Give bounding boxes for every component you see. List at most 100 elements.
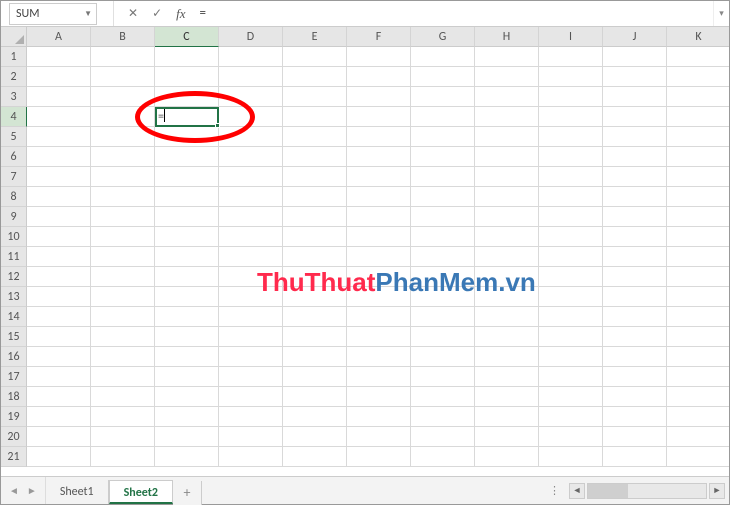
cell[interactable] xyxy=(283,87,347,107)
cell[interactable] xyxy=(475,267,539,287)
cell[interactable] xyxy=(283,287,347,307)
cell[interactable] xyxy=(603,187,667,207)
cell[interactable] xyxy=(411,187,475,207)
cell[interactable] xyxy=(411,287,475,307)
cell[interactable] xyxy=(411,147,475,167)
cell[interactable] xyxy=(667,67,729,87)
cell[interactable] xyxy=(603,447,667,467)
cell[interactable] xyxy=(475,367,539,387)
cell[interactable] xyxy=(155,427,219,447)
cell[interactable] xyxy=(475,187,539,207)
column-header-G[interactable]: G xyxy=(411,27,475,47)
cell[interactable] xyxy=(91,347,155,367)
cell[interactable] xyxy=(411,307,475,327)
cell[interactable] xyxy=(539,267,603,287)
cell[interactable] xyxy=(667,187,729,207)
row-header-19[interactable]: 19 xyxy=(1,407,27,427)
cell[interactable] xyxy=(347,67,411,87)
cell[interactable] xyxy=(347,227,411,247)
row-header-5[interactable]: 5 xyxy=(1,127,27,147)
fill-handle[interactable] xyxy=(215,123,220,128)
scroll-thumb[interactable] xyxy=(588,484,628,498)
row-header-9[interactable]: 9 xyxy=(1,207,27,227)
cell[interactable] xyxy=(475,127,539,147)
cell[interactable] xyxy=(411,207,475,227)
row-header-15[interactable]: 15 xyxy=(1,327,27,347)
cell[interactable] xyxy=(347,427,411,447)
cell[interactable] xyxy=(667,387,729,407)
cell[interactable] xyxy=(347,107,411,127)
cell[interactable] xyxy=(91,247,155,267)
cell[interactable] xyxy=(27,447,91,467)
name-box-dropdown-icon[interactable]: ▼ xyxy=(84,9,92,19)
column-header-J[interactable]: J xyxy=(603,27,667,47)
sheet-tab-sheet2[interactable]: Sheet2 xyxy=(109,480,173,504)
cell[interactable] xyxy=(539,87,603,107)
cell[interactable] xyxy=(155,247,219,267)
cell[interactable] xyxy=(347,347,411,367)
cell[interactable] xyxy=(475,427,539,447)
cell[interactable] xyxy=(603,127,667,147)
cell[interactable] xyxy=(155,387,219,407)
cell[interactable] xyxy=(475,307,539,327)
cell[interactable] xyxy=(539,107,603,127)
cell[interactable] xyxy=(411,427,475,447)
cell[interactable] xyxy=(155,447,219,467)
cell[interactable] xyxy=(155,267,219,287)
row-header-14[interactable]: 14 xyxy=(1,307,27,327)
cell[interactable] xyxy=(603,307,667,327)
cell[interactable] xyxy=(603,47,667,67)
cell[interactable] xyxy=(27,127,91,147)
cell[interactable] xyxy=(539,367,603,387)
cell[interactable] xyxy=(91,307,155,327)
column-header-E[interactable]: E xyxy=(283,27,347,47)
cell[interactable] xyxy=(411,367,475,387)
cell[interactable] xyxy=(91,67,155,87)
cell[interactable] xyxy=(91,207,155,227)
cell[interactable] xyxy=(27,227,91,247)
cell[interactable] xyxy=(27,67,91,87)
cell[interactable] xyxy=(603,287,667,307)
cell[interactable] xyxy=(91,387,155,407)
cell[interactable] xyxy=(91,447,155,467)
row-header-20[interactable]: 20 xyxy=(1,427,27,447)
cell[interactable] xyxy=(27,347,91,367)
cell[interactable] xyxy=(411,267,475,287)
cell[interactable] xyxy=(539,447,603,467)
cell[interactable] xyxy=(667,127,729,147)
cell[interactable] xyxy=(475,167,539,187)
cancel-icon[interactable]: ✕ xyxy=(128,8,138,20)
cell[interactable] xyxy=(667,327,729,347)
cell[interactable] xyxy=(475,47,539,67)
cell[interactable] xyxy=(155,167,219,187)
row-header-17[interactable]: 17 xyxy=(1,367,27,387)
cell[interactable] xyxy=(219,387,283,407)
formula-input[interactable]: = xyxy=(194,6,713,21)
cell[interactable] xyxy=(219,287,283,307)
cell[interactable] xyxy=(667,247,729,267)
add-sheet-button[interactable]: + xyxy=(173,481,202,505)
cell[interactable] xyxy=(155,187,219,207)
sheet-nav-prev-icon[interactable]: ◄ xyxy=(9,484,19,497)
cell[interactable] xyxy=(347,47,411,67)
cell[interactable] xyxy=(539,147,603,167)
cell[interactable] xyxy=(283,147,347,167)
cell[interactable] xyxy=(219,167,283,187)
cell[interactable] xyxy=(91,287,155,307)
cell[interactable] xyxy=(411,107,475,127)
cell[interactable] xyxy=(667,107,729,127)
cell[interactable] xyxy=(91,127,155,147)
insert-function-icon[interactable]: fx xyxy=(176,6,185,22)
cell[interactable] xyxy=(155,67,219,87)
cell[interactable] xyxy=(219,307,283,327)
scroll-split-handle[interactable]: ⋮ xyxy=(543,484,567,497)
cell[interactable] xyxy=(283,387,347,407)
cell[interactable] xyxy=(539,127,603,147)
cell[interactable] xyxy=(91,267,155,287)
column-header-K[interactable]: K xyxy=(667,27,729,47)
cell[interactable] xyxy=(283,327,347,347)
cell[interactable] xyxy=(603,227,667,247)
cell[interactable] xyxy=(411,447,475,467)
scroll-right-button[interactable]: ► xyxy=(709,483,725,499)
cell[interactable] xyxy=(603,247,667,267)
